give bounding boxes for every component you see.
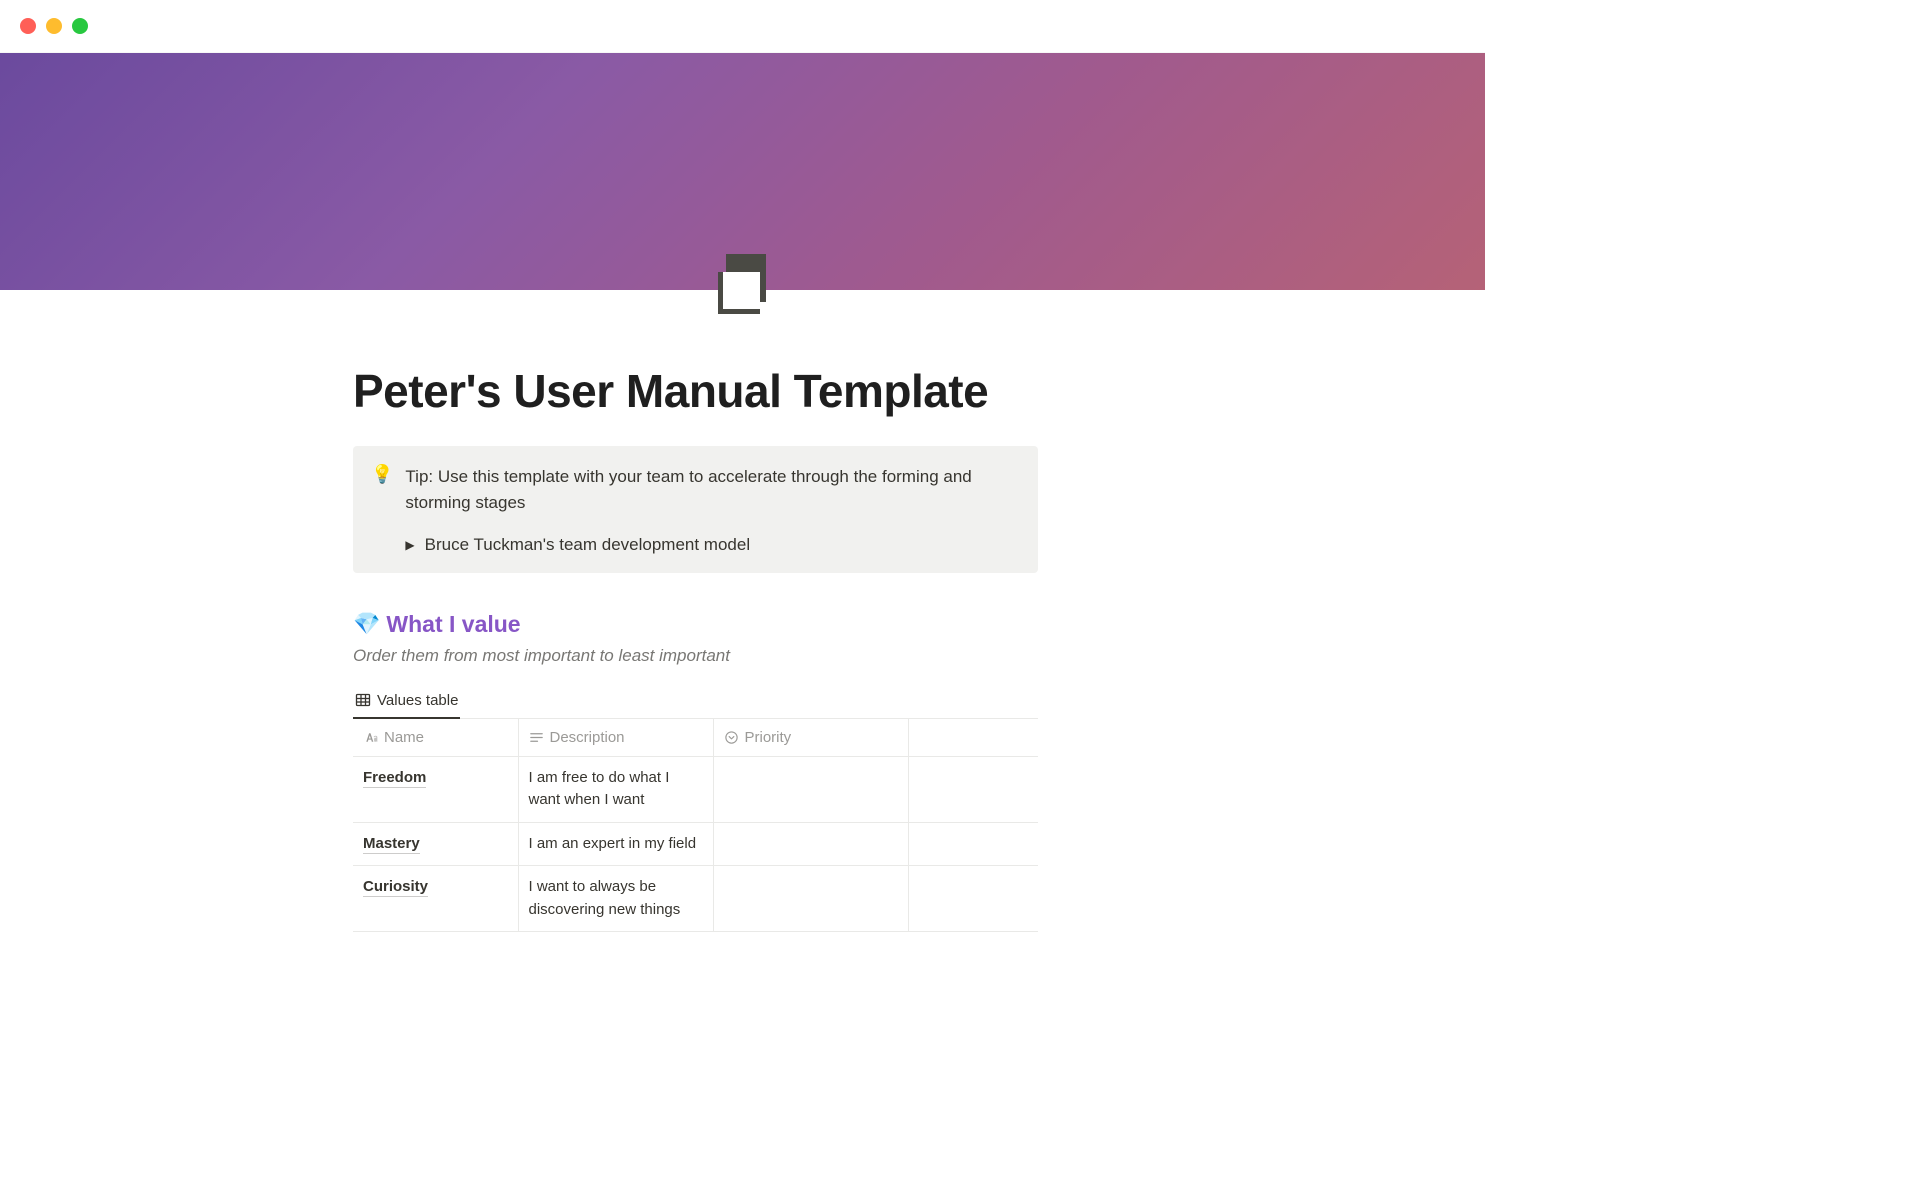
table-icon: [355, 692, 371, 708]
toggle-arrow-icon: ▶: [405, 538, 414, 552]
window-close-button[interactable]: [20, 18, 36, 34]
window-zoom-button[interactable]: [72, 18, 88, 34]
cell-empty[interactable]: [908, 822, 1038, 866]
column-header-priority[interactable]: Priority: [713, 719, 908, 757]
cell-description[interactable]: I am an expert in my field: [518, 822, 713, 866]
cell-description[interactable]: I want to always be discovering new thin…: [518, 866, 713, 932]
column-header-empty[interactable]: [908, 719, 1038, 757]
values-table: Name Description: [353, 719, 1038, 933]
title-prop-icon: [363, 730, 378, 745]
cell-name[interactable]: Mastery: [353, 822, 518, 866]
section-subtitle[interactable]: Order them from most important to least …: [353, 646, 1038, 666]
cell-priority[interactable]: [713, 866, 908, 932]
window-titlebar: [0, 0, 1485, 53]
cell-empty[interactable]: [908, 866, 1038, 932]
tip-callout[interactable]: 💡 Tip: Use this template with your team …: [353, 446, 1038, 573]
toggle-tuckman-model[interactable]: ▶ Bruce Tuckman's team development model: [405, 535, 1020, 555]
view-tab-label: Values table: [377, 692, 458, 709]
table-row[interactable]: MasteryI am an expert in my field: [353, 822, 1038, 866]
column-header-description[interactable]: Description: [518, 719, 713, 757]
window-minimize-button[interactable]: [46, 18, 62, 34]
page-title[interactable]: Peter's User Manual Template: [353, 364, 1038, 418]
page-icon[interactable]: [718, 254, 773, 314]
cell-name[interactable]: Freedom: [353, 756, 518, 822]
gem-icon: 💎: [353, 611, 380, 637]
cell-name[interactable]: Curiosity: [353, 866, 518, 932]
select-prop-icon: [724, 730, 739, 745]
column-header-name[interactable]: Name: [353, 719, 518, 757]
table-row[interactable]: CuriosityI want to always be discovering…: [353, 866, 1038, 932]
page-content: Peter's User Manual Template 💡 Tip: Use …: [353, 290, 1038, 932]
toggle-label: Bruce Tuckman's team development model: [425, 535, 750, 555]
cell-priority[interactable]: [713, 756, 908, 822]
section-heading-text: What I value: [386, 611, 520, 638]
text-prop-icon: [529, 730, 544, 745]
database-view-tabs: Values table: [353, 686, 1038, 719]
cell-priority[interactable]: [713, 822, 908, 866]
tip-text[interactable]: Tip: Use this template with your team to…: [405, 464, 1020, 517]
view-tab-values-table[interactable]: Values table: [353, 686, 460, 719]
cell-empty[interactable]: [908, 756, 1038, 822]
table-row[interactable]: FreedomI am free to do what I want when …: [353, 756, 1038, 822]
lightbulb-icon: 💡: [371, 464, 393, 555]
section-heading-values[interactable]: 💎 What I value: [353, 611, 1038, 638]
cell-description[interactable]: I am free to do what I want when I want: [518, 756, 713, 822]
